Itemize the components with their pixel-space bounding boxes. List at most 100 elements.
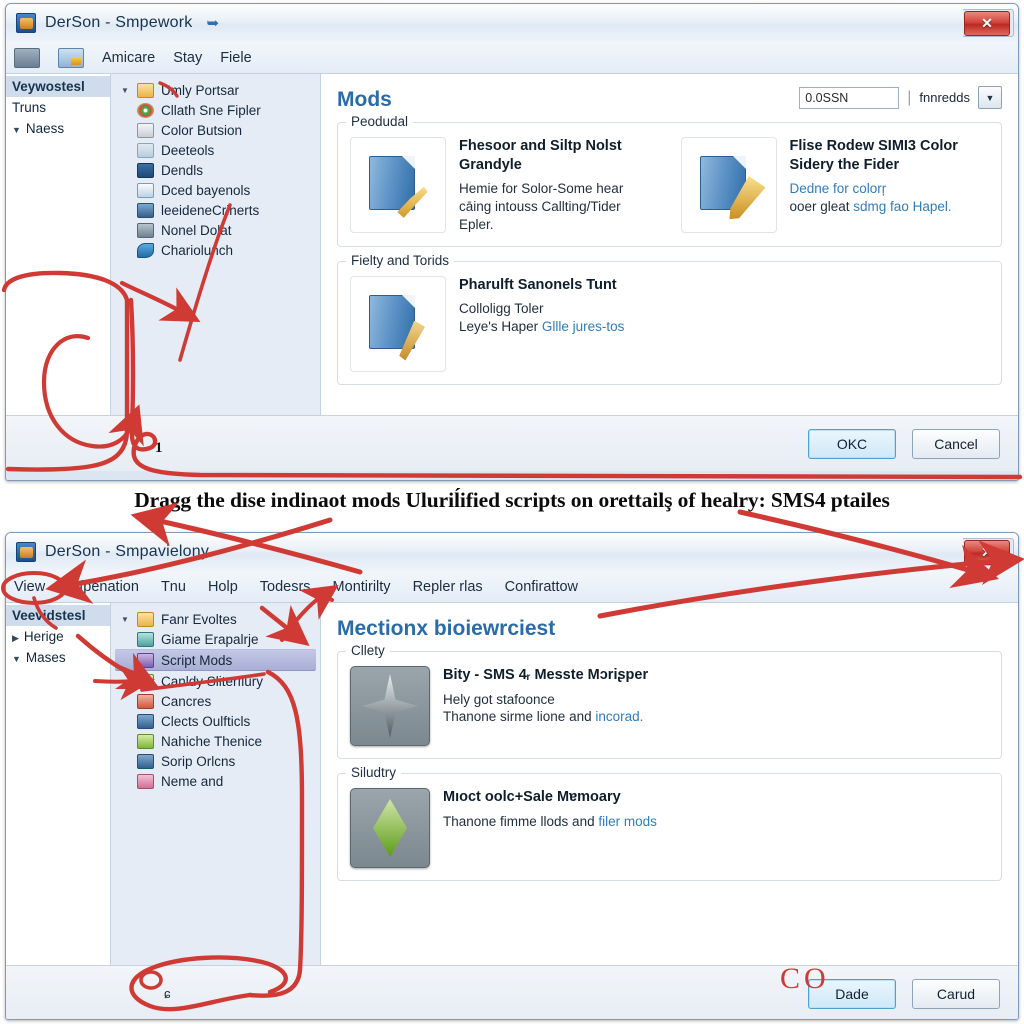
tree-item[interactable]: Dendls [111, 160, 320, 180]
group-legend: Siludtry [346, 765, 402, 780]
group-legend: Peodudal [346, 114, 414, 129]
item-description-line: Dedne for colorŗ [790, 180, 990, 198]
toolbar-icon-color[interactable] [58, 47, 84, 68]
nav-item-herige[interactable]: ▶ Herige [6, 626, 110, 647]
menu-item-confirattow[interactable]: Confirattow [505, 579, 578, 595]
list-item[interactable]: Flise Rodew SIMI3 Color Sidery the Fider… [680, 137, 990, 234]
item-description-line: Thanone fimme llods and filer mods [443, 813, 659, 831]
list-item[interactable]: Pharulft Sanonels Tunt Colloligɡ Toler Ley… [350, 275, 659, 372]
chevron-right-icon: ▶ [12, 633, 19, 643]
key-icon [137, 222, 154, 238]
tree-item[interactable]: Nahiche Thenice [111, 731, 320, 751]
description-link[interactable]: filer mods [598, 814, 657, 829]
tree-item-label: Neme and [161, 773, 224, 789]
items-row-filler [681, 666, 990, 746]
list-item[interactable]: Bity - SMS 4ᵣ Messte Mɔriʂper Hely got st… [350, 666, 659, 746]
group-box: Fielty and Torids Pharulft Sanonels Tunt C… [337, 252, 1002, 385]
page-title: Mectionx bioiewrciest [337, 617, 556, 640]
menubar-bottom: View Infpenation Tnu Holp Todesrs Montirilty R… [6, 571, 1018, 603]
list-item[interactable]: Mıoct oolc+Sale Mɐmoary Thanone fimme llo… [350, 788, 659, 868]
titlebar-top[interactable]: DerSon - Smpework ➥ ✕ [6, 4, 1018, 42]
tree-item[interactable]: leeideneCrinerts [111, 200, 320, 220]
tree-item[interactable]: Sorip Orlcns [111, 751, 320, 771]
settings-icon [137, 631, 154, 647]
tree-item[interactable]: Dced bayenols [111, 180, 320, 200]
tree-item[interactable]: Script Mods [115, 649, 316, 671]
plumbob-tile-icon [350, 788, 430, 868]
pin-icon[interactable]: ➥ [206, 14, 219, 32]
description-text: Epler. [459, 216, 494, 232]
chevron-down-icon[interactable]: ▼ [121, 86, 130, 95]
cancel-button[interactable]: Cancel [912, 428, 1000, 459]
menu-item-tnu[interactable]: Tnu [161, 579, 186, 595]
menu-item-amicare[interactable]: Amicare [102, 50, 155, 66]
description-link[interactable]: incorad. [595, 709, 643, 724]
menu-item-montirilty[interactable]: Montirilty [333, 579, 391, 595]
tree-item[interactable]: ▼ Umly Portsar [111, 80, 320, 100]
menu-item-view[interactable]: View [14, 579, 45, 595]
window-bottom: DerSon - Smpavielony ✕ View Infpenation Tn… [5, 532, 1019, 1020]
content-panel-top: Mods | fnnredds ▼ PeodudalFhesoor and Si… [321, 74, 1018, 415]
nav-item-naess[interactable]: ▼ Naess [6, 118, 110, 139]
tree-item[interactable]: Color Butsion [111, 120, 320, 140]
chevron-down-icon[interactable]: ▼ [121, 615, 130, 624]
tree-item-label: Dendls [161, 162, 204, 178]
tree-item[interactable]: Clects Oulfticls [111, 711, 320, 731]
menu-item-holp[interactable]: Holp [208, 579, 238, 595]
app-icon [16, 542, 36, 562]
tree-item-label: Cancres [161, 693, 212, 709]
nav-column-bottom: Veevidstesl ▶ Herige ▼ Mases [6, 603, 111, 965]
tree-item-label: Script Mods [161, 652, 233, 668]
list-item[interactable]: Fhesoor and Siltp Nolst Grandyle Hemie fo… [350, 137, 659, 234]
tree-item-label: Nahiche Thenice [161, 733, 263, 749]
description-link[interactable]: Gllle jures-tos [542, 319, 625, 334]
tree-item[interactable]: Cllath Sne Fipler [111, 100, 320, 120]
tree-item[interactable]: Giame Erapalrje [111, 629, 320, 649]
menu-item-fiele[interactable]: Fiele [220, 50, 251, 66]
tree-item[interactable]: Canldy Sliterfiury [111, 671, 320, 691]
tree-item[interactable]: Neme and [111, 771, 320, 791]
items-row: Fhesoor and Siltp Nolst Grandyle Hemie fo… [350, 137, 989, 234]
description-link[interactable]: sdmg fao Hapel. [853, 199, 951, 214]
item-text: Flise Rodew SIMI3 Color Sidery the Fider… [790, 137, 990, 234]
description-text: Leye's Haper [459, 318, 542, 334]
menu-item-stay[interactable]: Stay [173, 50, 202, 66]
chevron-down-icon[interactable]: ▼ [978, 86, 1002, 109]
folder-icon [137, 82, 154, 98]
menu-item-repler-rlas[interactable]: Repler rlas [413, 579, 483, 595]
tree-column-top[interactable]: ▼ Umly Portsar Cllath Sne Fipler Color Buts… [111, 74, 321, 415]
toolbar-icon-grey[interactable] [14, 47, 40, 68]
description-link[interactable]: Dedne for colorŗ [790, 181, 887, 196]
items-row-filler [681, 788, 990, 868]
close-button[interactable]: ✕ [964, 10, 1010, 36]
items-row-filler [681, 276, 990, 372]
nav-item-truns[interactable]: Truns [6, 97, 110, 118]
tree-item[interactable]: Deeteols [111, 140, 320, 160]
display-icon [137, 162, 154, 178]
folder-trowel-icon [350, 137, 446, 233]
ok-button[interactable]: Dade [808, 978, 896, 1009]
menu-item-todesrs[interactable]: Todesrs [260, 579, 311, 595]
description-text: Thanone sirme lione and [443, 709, 596, 725]
menu-item-infpenation[interactable]: Infpenation [67, 579, 139, 595]
window-controls: ✕ [963, 533, 1014, 571]
version-input[interactable] [799, 86, 900, 109]
tree-item[interactable]: Chariolunch [111, 240, 320, 260]
tree-item[interactable]: Cancres [111, 691, 320, 711]
nav-item-mases[interactable]: ▼ Mases [6, 647, 110, 668]
titlebar-bottom[interactable]: DerSon - Smpavielony ✕ [6, 533, 1018, 571]
tree-item-label: Color Butsion [161, 122, 243, 138]
item-text: Pharulft Sanonels Tunt Colloligɡ Toler Ley… [459, 276, 659, 372]
close-button[interactable]: ✕ [964, 539, 1010, 565]
cancel-button[interactable]: Carud [912, 978, 1000, 1009]
tree-item[interactable]: ▼ Fanr Evoltes [111, 609, 320, 629]
ok-button[interactable]: OKC [808, 428, 896, 459]
tree-item-label: Canldy Sliterfiury [161, 673, 264, 689]
media-icon [137, 773, 154, 789]
nav-item-label: Naess [25, 121, 65, 136]
tree-column-bottom[interactable]: ▼ Fanr Evoltes Giame Erapalrje Script Mods C… [111, 603, 321, 965]
group-legend: Fielty and Torids [346, 252, 455, 268]
item-description: Colloligɡ Toler Leye's Haper Gllle jures-… [459, 300, 659, 336]
tree-item[interactable]: Nonel Dolat [111, 220, 320, 240]
tree-item-label: Umly Portsar [161, 82, 240, 98]
